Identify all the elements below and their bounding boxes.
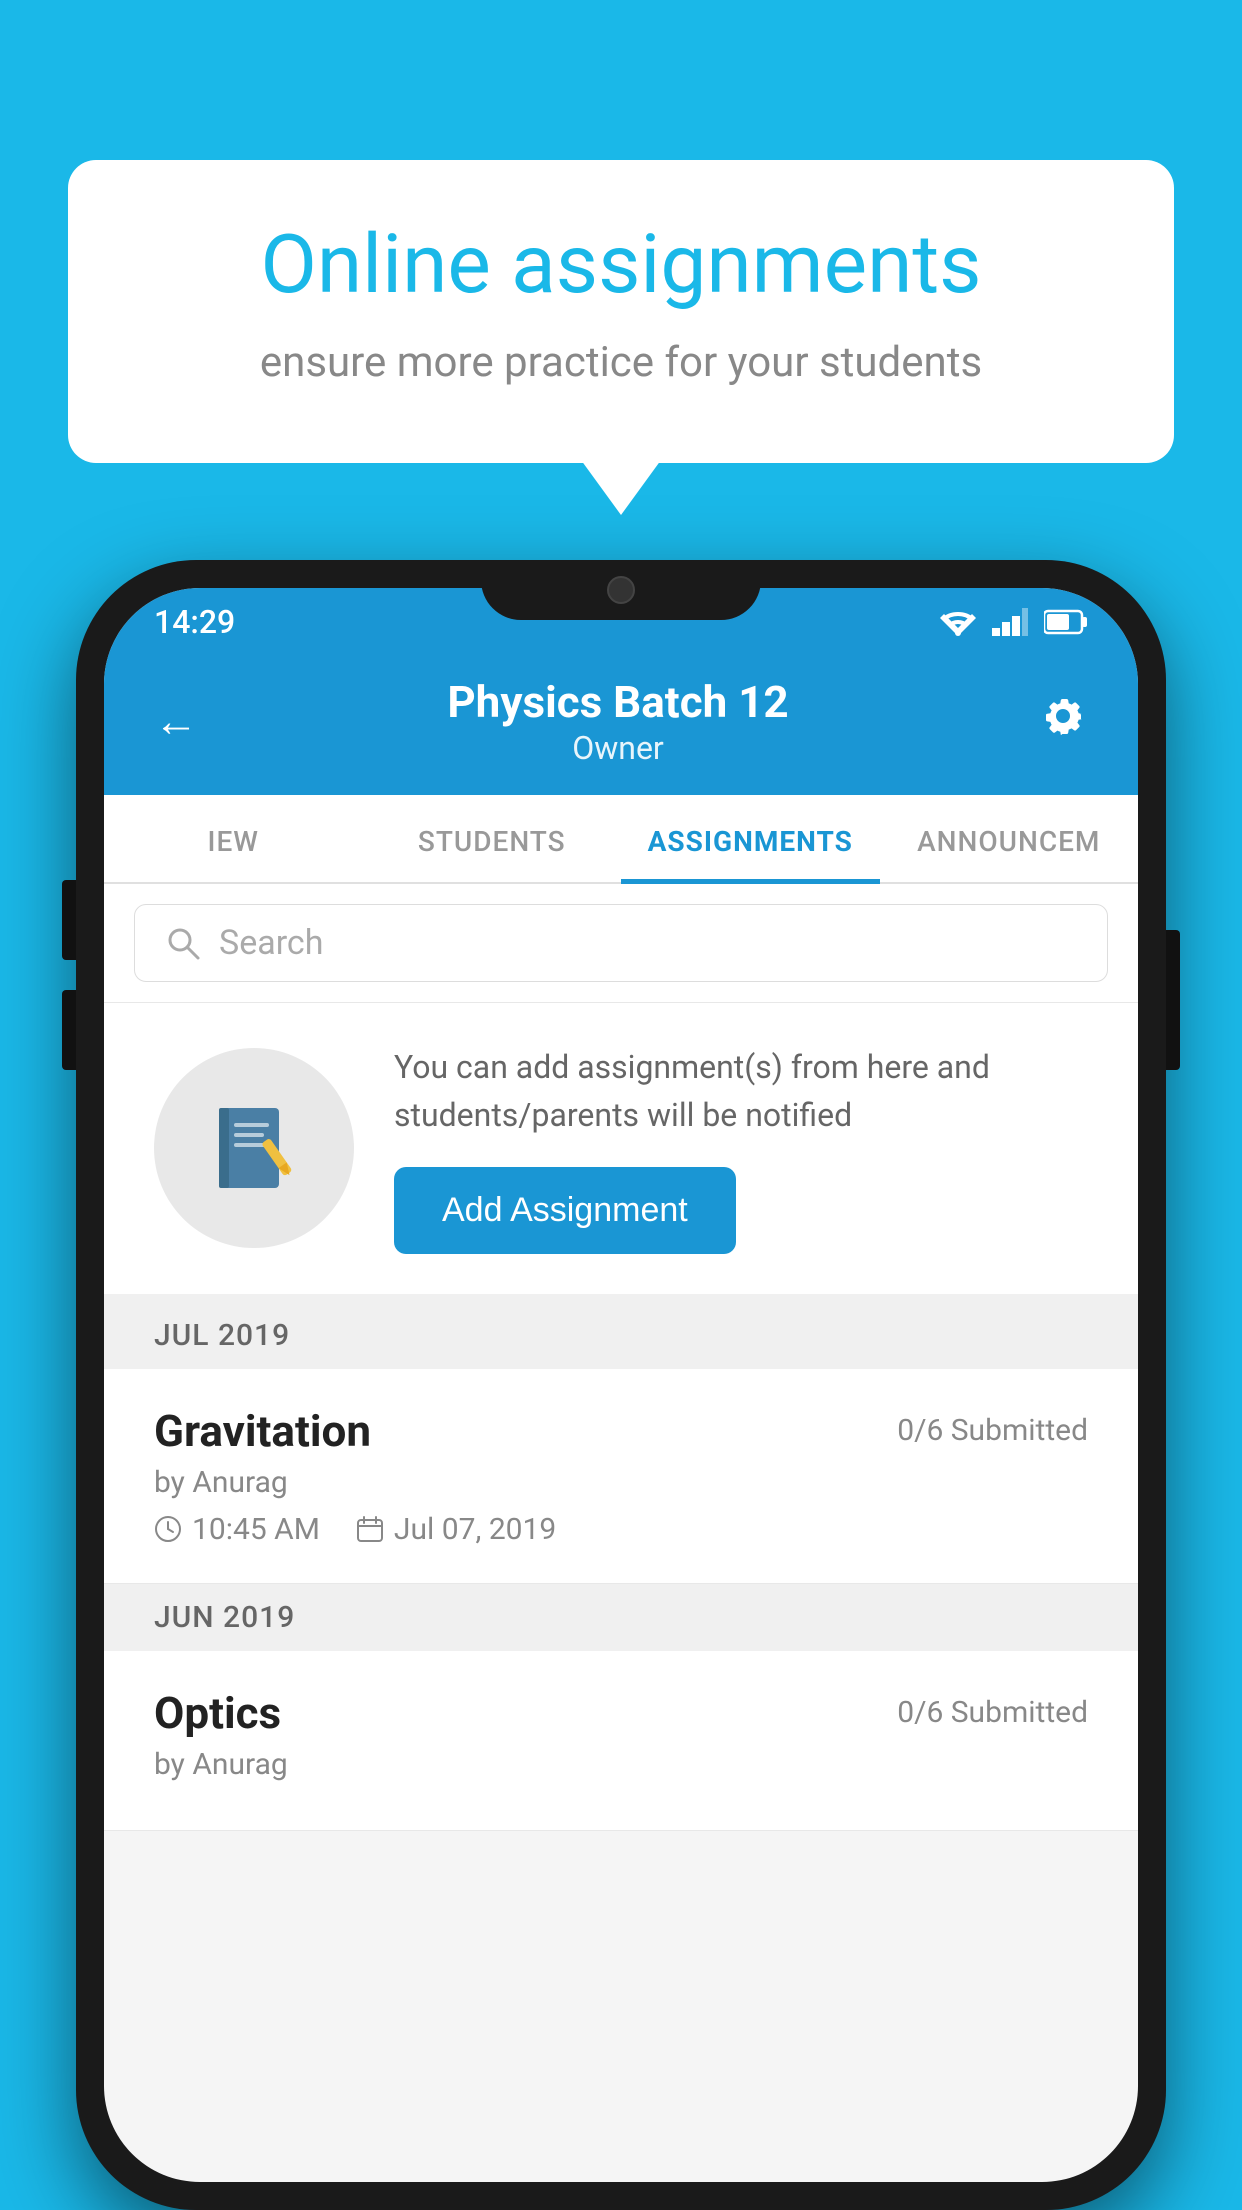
speech-bubble: Online assignments ensure more practice … bbox=[68, 160, 1174, 463]
phone-outer-shell: 14:29 bbox=[76, 560, 1166, 2210]
calendar-icon bbox=[356, 1515, 384, 1543]
optics-submitted: 0/6 Submitted bbox=[897, 1687, 1088, 1730]
assignment-time: 10:45 AM bbox=[192, 1512, 320, 1547]
header-title-block: Physics Batch 12 Owner bbox=[447, 676, 788, 767]
search-placeholder: Search bbox=[219, 923, 323, 963]
tab-students[interactable]: STUDENTS bbox=[363, 795, 622, 882]
app-header: ← Physics Batch 12 Owner bbox=[104, 656, 1138, 795]
owner-label: Owner bbox=[447, 729, 788, 767]
section-header-jul: JUL 2019 bbox=[104, 1302, 1138, 1369]
promo-right: You can add assignment(s) from here and … bbox=[394, 1043, 1088, 1254]
assignment-submitted: 0/6 Submitted bbox=[897, 1405, 1088, 1448]
promo-description: You can add assignment(s) from here and … bbox=[394, 1043, 1088, 1139]
assignment-date: Jul 07, 2019 bbox=[394, 1512, 556, 1547]
tab-iew[interactable]: IEW bbox=[104, 795, 363, 882]
phone-mockup: 14:29 bbox=[76, 560, 1166, 2210]
batch-name: Physics Batch 12 bbox=[447, 676, 788, 729]
power-button bbox=[1166, 930, 1180, 1070]
volume-down-button bbox=[62, 990, 76, 1070]
promo-icon-circle bbox=[154, 1048, 354, 1248]
optics-row1: Optics 0/6 Submitted bbox=[154, 1687, 1088, 1739]
volume-up-button bbox=[62, 880, 76, 960]
tabs-bar: IEW STUDENTS ASSIGNMENTS ANNOUNCEM bbox=[104, 795, 1138, 884]
promo-section: You can add assignment(s) from here and … bbox=[104, 1003, 1138, 1302]
clock-icon bbox=[154, 1515, 182, 1543]
add-assignment-button[interactable]: Add Assignment bbox=[394, 1167, 736, 1254]
phone-notch bbox=[481, 560, 761, 620]
assignment-row1: Gravitation 0/6 Submitted bbox=[154, 1405, 1088, 1457]
speech-bubble-container: Online assignments ensure more practice … bbox=[68, 160, 1174, 463]
section-header-jun: JUN 2019 bbox=[104, 1584, 1138, 1651]
assignment-item-gravitation[interactable]: Gravitation 0/6 Submitted by Anurag 10:4… bbox=[104, 1369, 1138, 1584]
time-block: 10:45 AM bbox=[154, 1512, 320, 1547]
back-button[interactable]: ← bbox=[154, 695, 198, 747]
camera-lens bbox=[607, 576, 635, 604]
settings-button[interactable] bbox=[1038, 691, 1088, 752]
optics-by: by Anurag bbox=[154, 1747, 1088, 1782]
notebook-icon bbox=[204, 1098, 304, 1198]
date-block: Jul 07, 2019 bbox=[356, 1512, 556, 1547]
wifi-icon bbox=[940, 608, 976, 636]
tab-announcements[interactable]: ANNOUNCEM bbox=[880, 795, 1139, 882]
gear-icon bbox=[1038, 691, 1088, 741]
phone-screen: 14:29 bbox=[104, 588, 1138, 2182]
search-input-wrapper[interactable]: Search bbox=[134, 904, 1108, 982]
optics-name: Optics bbox=[154, 1687, 281, 1739]
assignment-row3: 10:45 AM Jul 07, 2019 bbox=[154, 1512, 1088, 1547]
assignment-name: Gravitation bbox=[154, 1405, 371, 1457]
tab-assignments[interactable]: ASSIGNMENTS bbox=[621, 795, 880, 882]
speech-bubble-title: Online assignments bbox=[138, 220, 1104, 310]
search-container: Search bbox=[104, 884, 1138, 1003]
signal-icon bbox=[992, 608, 1028, 636]
speech-bubble-subtitle: ensure more practice for your students bbox=[138, 334, 1104, 393]
status-icons bbox=[940, 608, 1088, 636]
battery-icon bbox=[1044, 609, 1088, 635]
status-time: 14:29 bbox=[154, 603, 235, 641]
assignment-item-optics[interactable]: Optics 0/6 Submitted by Anurag bbox=[104, 1651, 1138, 1831]
search-icon bbox=[165, 925, 201, 961]
assignment-by: by Anurag bbox=[154, 1465, 1088, 1500]
